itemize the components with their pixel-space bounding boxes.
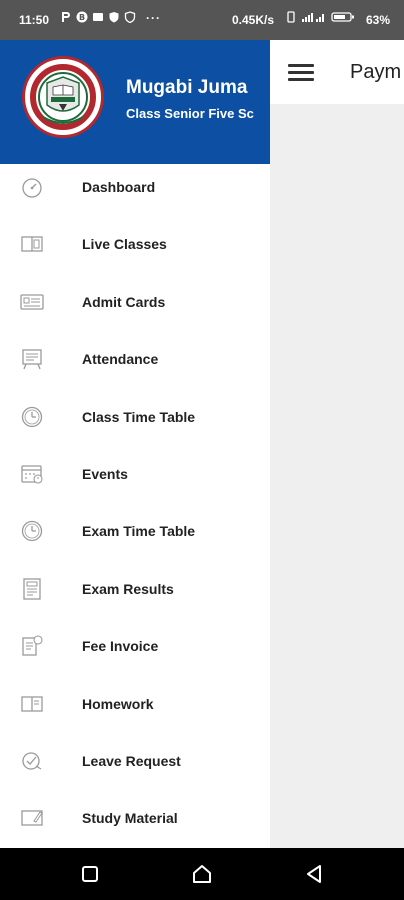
menu-item-label: Leave Request — [82, 752, 181, 769]
homework-book-icon — [21, 695, 43, 712]
dashboard-gauge-icon — [22, 178, 42, 198]
menu-item-label: Live Classes — [82, 236, 167, 253]
menu-item-label: Admit Cards — [82, 293, 166, 310]
admit-card-icon — [20, 294, 44, 310]
vpn-icon — [124, 11, 136, 23]
school-crest-logo — [22, 56, 104, 138]
status-battery-percent: 63% — [366, 13, 391, 27]
signal-icon — [302, 13, 324, 22]
menu-item-label: Class Time Table — [82, 408, 196, 425]
status-more: ··· — [146, 11, 161, 25]
menu-item-class-time-table[interactable]: Class Time Table — [0, 394, 270, 451]
home-circle-icon[interactable] — [190, 862, 214, 886]
menu-item-homework[interactable]: Homework — [0, 681, 270, 738]
leave-request-icon — [22, 752, 42, 770]
menu-item-exam-results[interactable]: Exam Results — [0, 566, 270, 623]
menu-item-events[interactable]: Events — [0, 451, 270, 508]
drawer-header: Mugabi Juma Class Senior Five Sc — [0, 40, 270, 164]
menu-item-fee-invoice[interactable]: Fee Invoice — [0, 623, 270, 680]
menu-item-study-material[interactable]: Study Material — [0, 795, 270, 848]
menu-item-label: Events — [82, 465, 128, 482]
status-right-icons — [285, 11, 355, 23]
user-class: Class Senior Five Sc — [126, 106, 254, 121]
menu-item-label: Fee Invoice — [82, 638, 159, 655]
menu-item-label: Exam Results — [82, 580, 174, 597]
results-sheet-icon — [23, 578, 41, 600]
menu-item-attendance[interactable]: Attendance — [0, 336, 270, 393]
hamburger-menu-icon[interactable] — [288, 62, 316, 84]
menu-item-live-classes[interactable]: Live Classes — [0, 221, 270, 278]
invoice-icon — [22, 635, 43, 656]
menu-item-exam-time-table[interactable]: Exam Time Table — [0, 508, 270, 565]
navigation-drawer: Mugabi Juma Class Senior Five Sc Dashboa… — [0, 40, 270, 848]
status-net-speed: 0.45K/s — [232, 13, 275, 27]
menu-item-label: Attendance — [82, 351, 159, 368]
attendance-board-icon — [22, 349, 42, 370]
b-app-icon: B — [76, 11, 88, 23]
menu-item-label: Dashboard — [82, 179, 156, 195]
screen: 11:50 B ··· 0.45K/s 63% Paym Mugabi Juma… — [0, 0, 404, 900]
user-name: Mugabi Juma — [126, 77, 248, 98]
menu-item-leave-request[interactable]: Leave Request — [0, 738, 270, 795]
calendar-icon — [21, 465, 43, 484]
page-title: Paym — [350, 61, 402, 83]
menu-item-label: Study Material — [82, 810, 178, 827]
vibrate-icon — [287, 11, 295, 23]
drawer-menu: Dashboard Live Classes Admit Cards Atten… — [0, 164, 270, 848]
p-app-icon — [62, 12, 70, 22]
system-nav-bar — [0, 848, 404, 900]
study-material-icon — [21, 810, 43, 826]
status-left-icons: B — [60, 11, 136, 23]
battery-icon — [331, 12, 354, 22]
status-bar: 11:50 B ··· 0.45K/s 63% — [0, 0, 404, 40]
message-icon — [93, 13, 103, 21]
live-classes-book-icon — [21, 236, 43, 253]
clock-icon — [21, 521, 43, 542]
recents-square-icon[interactable] — [78, 862, 102, 886]
menu-item-admit-cards[interactable]: Admit Cards — [0, 279, 270, 336]
shield-icon — [109, 12, 119, 23]
back-triangle-icon[interactable] — [302, 862, 326, 886]
clock-icon — [21, 406, 43, 427]
svg-text:B: B — [79, 13, 85, 22]
menu-item-label: Homework — [82, 695, 154, 712]
status-time: 11:50 — [19, 13, 50, 27]
menu-item-label: Exam Time Table — [82, 523, 196, 540]
menu-item-dashboard[interactable]: Dashboard — [0, 164, 270, 221]
